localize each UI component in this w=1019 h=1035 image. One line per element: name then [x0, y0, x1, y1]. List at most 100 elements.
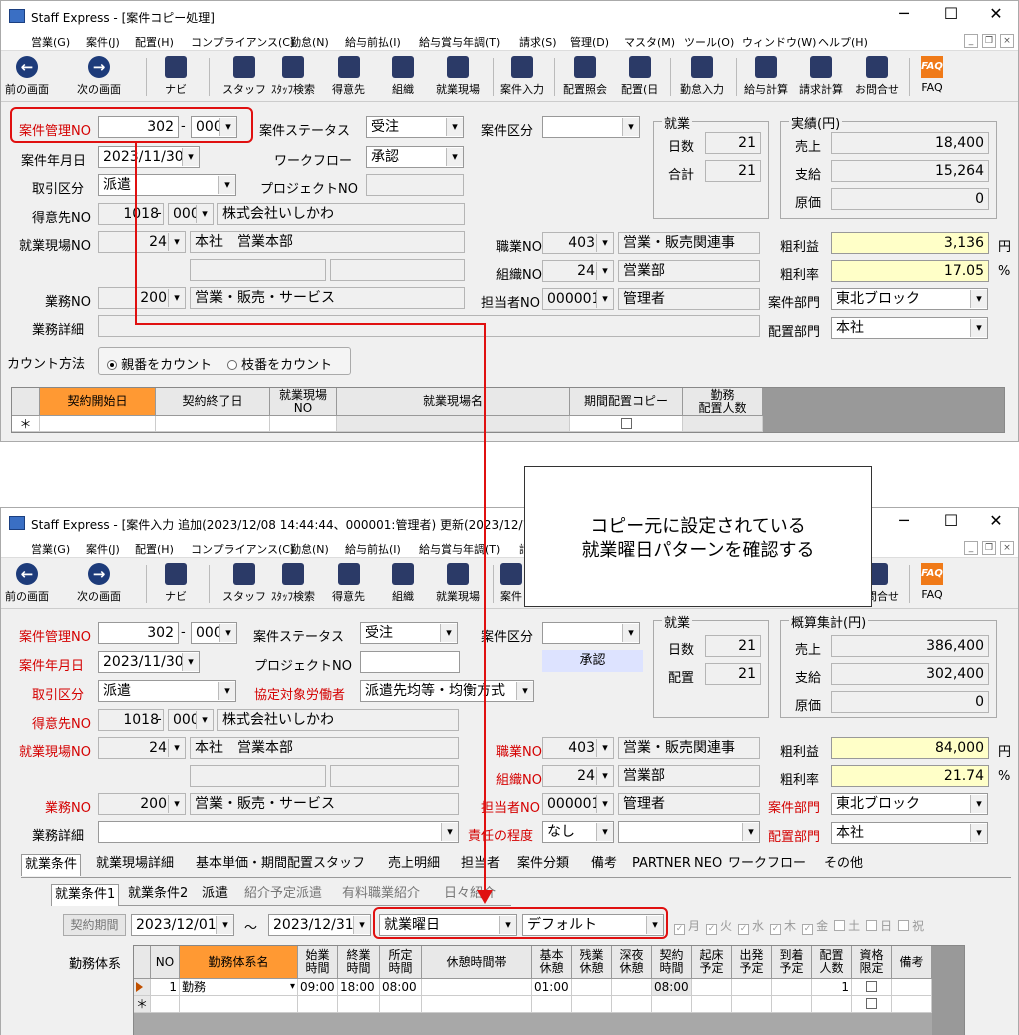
- menu-case[interactable]: 案件(J): [86, 541, 120, 557]
- org-no-select[interactable]: 24: [542, 260, 614, 282]
- menu-sales[interactable]: 営業(G): [31, 541, 70, 557]
- col-arrive[interactable]: 到着 予定: [772, 946, 812, 979]
- workflow-select[interactable]: 承認: [366, 146, 464, 168]
- case-type-select[interactable]: [542, 116, 640, 138]
- tb-case-input-button[interactable]: 案件入力: [500, 54, 544, 97]
- new-row-cell[interactable]: [40, 416, 156, 432]
- client-branch-select[interactable]: 000: [168, 709, 214, 731]
- tb-payroll-button[interactable]: 給与計算: [744, 54, 788, 97]
- weekday-checkbox-2[interactable]: ✓ 水: [738, 919, 764, 935]
- tab-notes[interactable]: 備考: [588, 854, 620, 874]
- col-ot-break[interactable]: 残業 休憩: [572, 946, 612, 979]
- tb-attendance-button[interactable]: 勤怠入力: [680, 54, 724, 97]
- tab-employment-conditions[interactable]: 就業条件: [21, 854, 82, 876]
- dept-select[interactable]: 東北ブロック: [831, 288, 988, 310]
- mdi-restore-button[interactable]: ❐: [982, 34, 996, 48]
- new-row-arrive[interactable]: [772, 996, 812, 1013]
- col-no[interactable]: NO: [151, 946, 180, 979]
- menu-placement[interactable]: 配置(H): [135, 541, 174, 557]
- new-row-ot-break[interactable]: [572, 996, 612, 1013]
- row1-wake[interactable]: [692, 979, 732, 996]
- col-start[interactable]: 始業 時間: [298, 946, 338, 979]
- tab-case-class[interactable]: 案件分類: [514, 854, 572, 874]
- tab-workflow[interactable]: ワークフロー: [725, 854, 809, 874]
- row1-night-break[interactable]: [612, 979, 652, 996]
- menu-advance-pay[interactable]: 給与前払(I): [345, 34, 401, 50]
- col-break-band[interactable]: 休憩時間帯: [422, 946, 532, 979]
- weekday-checkbox-4[interactable]: ✓ 金: [802, 919, 828, 935]
- minimize-button[interactable]: ─: [889, 511, 919, 530]
- col-site-name[interactable]: 就業現場名: [337, 388, 570, 416]
- resp-select[interactable]: なし: [542, 821, 614, 843]
- tb-forward-button[interactable]: → 次の画面: [77, 54, 121, 97]
- qualification-checkbox[interactable]: [866, 981, 877, 992]
- menu-sales[interactable]: 営業(G): [31, 34, 70, 50]
- agreement-select[interactable]: 派遣先均等・均衡方式: [360, 680, 534, 702]
- tb-client-button[interactable]: 得意先: [332, 54, 365, 97]
- menu-master[interactable]: マスタ(M): [624, 34, 675, 50]
- col-row-marker[interactable]: [134, 946, 151, 979]
- tab-site-details[interactable]: 就業現場詳細: [93, 854, 177, 874]
- tb-client-button[interactable]: 得意先: [332, 561, 365, 604]
- tb-org-button[interactable]: 組織: [392, 561, 414, 604]
- site-no-select[interactable]: 24: [98, 231, 186, 253]
- new-row-qual[interactable]: [852, 996, 892, 1013]
- menu-compliance[interactable]: コンプライアンス(C): [191, 541, 294, 557]
- menu-placement[interactable]: 配置(H): [135, 34, 174, 50]
- row1-end[interactable]: 18:00: [338, 979, 380, 996]
- new-row-note[interactable]: [892, 996, 932, 1013]
- col-end[interactable]: 終業 時間: [338, 946, 380, 979]
- menu-attendance[interactable]: 勤怠(N): [290, 541, 329, 557]
- tb-staff-button[interactable]: スタッフ: [222, 54, 266, 97]
- col-wake[interactable]: 起床 予定: [692, 946, 732, 979]
- tab-neo[interactable]: NEO: [691, 854, 725, 874]
- close-button[interactable]: ✕: [981, 511, 1011, 530]
- new-row-people[interactable]: [812, 996, 852, 1013]
- row1-depart[interactable]: [732, 979, 772, 996]
- client-no-input[interactable]: 1018: [98, 709, 164, 731]
- tab-staff[interactable]: 担当者: [458, 854, 503, 874]
- tb-forward-button[interactable]: → 次の画面: [77, 561, 121, 604]
- row1-no[interactable]: 1: [151, 979, 180, 996]
- radio-branch-count[interactable]: 枝番をカウント: [227, 354, 332, 373]
- tab-sales-detail[interactable]: 売上明細: [385, 854, 443, 874]
- new-row-contract[interactable]: [652, 996, 692, 1013]
- subtab-dispatch[interactable]: 派遣: [199, 884, 231, 904]
- new-row-start[interactable]: [298, 996, 338, 1013]
- tb-staff-search-button[interactable]: ｽﾀｯﾌ検索: [271, 561, 315, 604]
- weekday-checkbox-0[interactable]: ✓ 月: [674, 919, 700, 935]
- deal-type-select[interactable]: 派遣: [98, 174, 236, 196]
- case-status-select[interactable]: 受注: [360, 622, 458, 644]
- tb-back-button[interactable]: ← 前の画面: [5, 561, 49, 604]
- radio-parent-count[interactable]: 親番をカウント: [107, 354, 212, 373]
- col-qual[interactable]: 資格 限定: [852, 946, 892, 979]
- tb-faq-button[interactable]: FAQ FAQ: [921, 561, 943, 601]
- tb-contact-button[interactable]: お問合せ: [855, 54, 899, 97]
- menu-compliance[interactable]: コンプライアンス(C): [191, 34, 294, 50]
- tb-navi-button[interactable]: ナビ: [165, 54, 187, 97]
- case-type-select[interactable]: [542, 622, 640, 644]
- menu-payroll[interactable]: 給与賞与年調(T): [419, 34, 500, 50]
- col-night-break[interactable]: 深夜 休憩: [612, 946, 652, 979]
- tb-staff-search-button[interactable]: ｽﾀｯﾌ検索: [271, 54, 315, 97]
- case-status-select[interactable]: 受注: [366, 116, 464, 138]
- row1-break-band[interactable]: [422, 979, 532, 996]
- col-contract[interactable]: 契約 時間: [652, 946, 692, 979]
- staff-no-select[interactable]: 000001: [542, 793, 614, 815]
- tab-other[interactable]: その他: [821, 854, 866, 874]
- mdi-close-button[interactable]: ×: [1000, 541, 1014, 555]
- row1-qual[interactable]: [852, 979, 892, 996]
- site-no-select[interactable]: 24: [98, 737, 186, 759]
- client-branch-select[interactable]: 000: [168, 203, 214, 225]
- tb-org-button[interactable]: 組織: [392, 54, 414, 97]
- tb-site-button[interactable]: 就業現場: [436, 54, 480, 97]
- work-no-select[interactable]: 200: [98, 287, 186, 309]
- detail-select[interactable]: [98, 821, 459, 843]
- new-row-no[interactable]: [151, 996, 180, 1013]
- menu-attendance[interactable]: 勤怠(N): [290, 34, 329, 50]
- menu-billing[interactable]: 請求(S): [519, 34, 557, 50]
- col-work-people[interactable]: 勤務 配置人数: [683, 388, 763, 416]
- minimize-button[interactable]: ─: [889, 4, 919, 23]
- project-input[interactable]: [366, 174, 464, 196]
- case-branch-select[interactable]: 000: [191, 622, 237, 644]
